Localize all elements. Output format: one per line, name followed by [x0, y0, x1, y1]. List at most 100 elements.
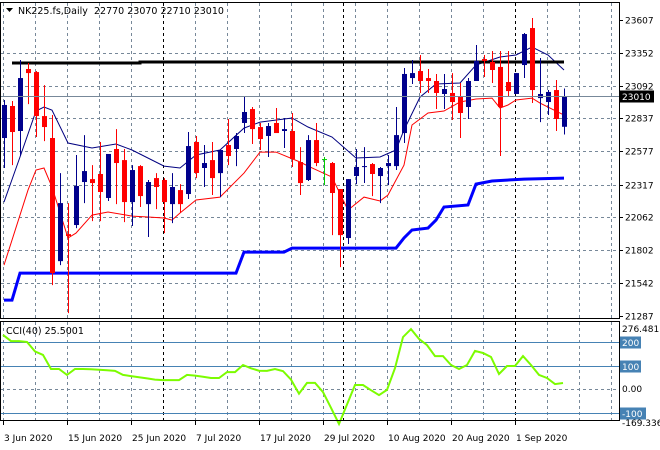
time-label: 15 Jun 2020: [68, 434, 122, 444]
cci-zero-label: 0.00: [622, 385, 642, 395]
candle: [298, 147, 303, 196]
candle-body: [146, 182, 151, 205]
candle-body: [522, 34, 527, 66]
candle: [290, 113, 295, 167]
candle: [330, 162, 335, 236]
candle: [426, 68, 431, 93]
candle: [354, 148, 359, 185]
candle: [410, 60, 415, 85]
candle: [90, 165, 95, 222]
candle: [306, 135, 311, 182]
time-label: 3 Jun 2020: [4, 434, 53, 444]
candle-body: [434, 80, 439, 93]
candle-body: [138, 166, 143, 197]
time-label: 10 Aug 2020: [388, 434, 446, 444]
candle-body: [178, 190, 183, 205]
candle-body: [298, 162, 303, 184]
candle: [258, 122, 263, 151]
candle-body: [170, 187, 175, 205]
candle: [506, 51, 511, 98]
candle-body: [330, 163, 335, 194]
candle: [458, 83, 463, 139]
candle: [498, 51, 503, 157]
ohlc-readout: 22770 23070 22710 23010: [94, 6, 224, 17]
candle: [442, 73, 447, 110]
candle: [234, 133, 239, 167]
triangle-down-icon[interactable]: [6, 8, 13, 12]
price-tick-label: 22317: [625, 182, 654, 192]
candle-body: [514, 73, 519, 94]
price-chart[interactable]: NK225.fs,Daily 22770 23070 22710 23010 C…: [0, 0, 660, 450]
candle: [114, 129, 119, 205]
candle: [562, 88, 567, 135]
candle: [162, 178, 167, 234]
candle: [2, 99, 7, 168]
candle: [394, 107, 399, 171]
candle: [34, 71, 39, 137]
candle: [482, 54, 487, 78]
candle: [10, 101, 15, 166]
candle-body: [314, 140, 319, 164]
candle: [146, 179, 151, 238]
candle-body: [82, 171, 87, 183]
symbol-label: NK225.fs,Daily: [18, 6, 88, 17]
candle-body: [378, 168, 383, 177]
price-tick-label: 23607: [625, 17, 654, 27]
grid: [1, 3, 619, 420]
current-price-label: 23010: [622, 93, 651, 103]
candle-body: [90, 179, 95, 184]
candle-body: [194, 141, 199, 173]
candle-body: [218, 150, 223, 174]
candle-body: [338, 189, 343, 236]
cci-title: CCI(40) 25.5001: [6, 326, 84, 337]
candle-body: [66, 234, 71, 237]
candle-body: [154, 178, 159, 188]
candle-body: [482, 59, 487, 61]
time-label: 7 Jul 2020: [196, 434, 241, 444]
candle: [50, 115, 55, 286]
cci-line: [2, 327, 564, 427]
candle: [546, 90, 551, 116]
candle-body: [554, 90, 559, 120]
candle-body: [2, 104, 7, 139]
candle: [378, 166, 383, 204]
candle-body: [498, 66, 503, 108]
candle: [138, 165, 143, 208]
candle-body: [106, 153, 111, 198]
candle-body: [122, 160, 127, 203]
candle-body: [42, 116, 47, 128]
candle-body: [34, 72, 39, 117]
candle: [154, 173, 159, 210]
candle: [66, 203, 71, 314]
support-line: [4, 176, 565, 302]
candle-body: [50, 138, 55, 274]
candle-body: [442, 89, 447, 94]
candle-body: [226, 145, 231, 157]
candle-body: [362, 166, 367, 168]
candle: [42, 85, 47, 142]
price-axis: 2360723352230922283722577223172206221802…: [619, 17, 654, 323]
price-tick-label: 21287: [625, 313, 654, 323]
candle: [338, 189, 343, 268]
candle: [106, 153, 111, 202]
time-label: 17 Jul 2020: [260, 434, 311, 444]
candle-body: [202, 163, 207, 168]
time-label: 25 Jun 2020: [132, 434, 186, 444]
candle-body: [186, 146, 191, 195]
candle-body: [418, 71, 423, 81]
candle-body: [98, 173, 103, 192]
candle: [122, 148, 127, 223]
candle: [18, 60, 23, 157]
candle: [250, 107, 255, 145]
candle-body: [258, 127, 263, 140]
candle-body: [234, 135, 239, 149]
candle: [178, 184, 183, 214]
price-tick-label: 22837: [625, 115, 654, 125]
candle-body: [26, 68, 31, 74]
candle: [362, 147, 367, 184]
cci-level-label: 100: [622, 363, 639, 373]
resistance-line: [12, 60, 564, 65]
candle: [322, 157, 327, 186]
candle: [346, 179, 351, 245]
indicator-lines: [3, 46, 565, 302]
